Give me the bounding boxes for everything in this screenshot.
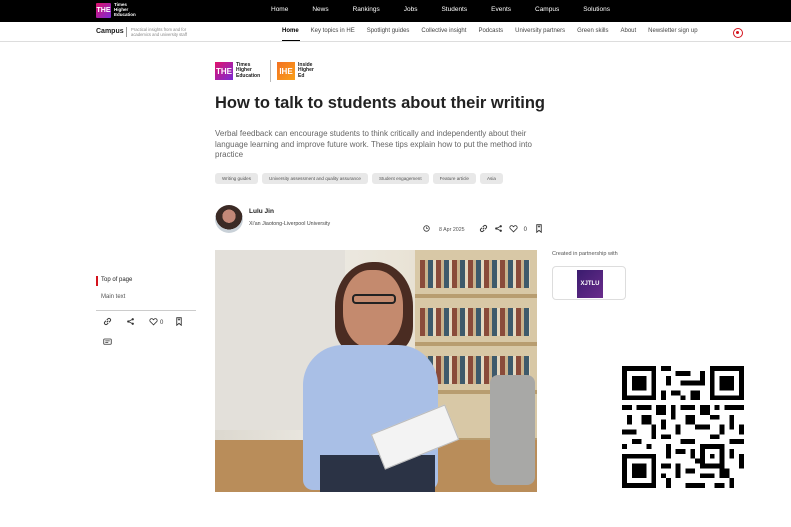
nav-jobs[interactable]: Jobs	[404, 6, 418, 13]
nav-campus[interactable]: Campus	[535, 6, 559, 13]
subnav-key-topics[interactable]: Key topics in HE	[311, 28, 355, 34]
qr-code	[622, 366, 744, 488]
subnav-spotlight-guides[interactable]: Spotlight guides	[367, 28, 410, 34]
subnav-collective-insight[interactable]: Collective insight	[421, 28, 466, 34]
subnav-about[interactable]: About	[620, 28, 636, 34]
subnav-green-skills[interactable]: Green skills	[577, 28, 608, 34]
tag-feature-article[interactable]: Feature article	[432, 173, 476, 184]
top-navigation-bar: THE Times Higher Education Home News Ran…	[0, 0, 791, 22]
rail-active-indicator	[96, 276, 98, 286]
comment-icon[interactable]	[103, 333, 112, 351]
hero-image	[215, 250, 537, 492]
article-tags: Writing guides University assessment and…	[215, 173, 507, 184]
campus-nav: Home Key topics in HE Spotlight guides C…	[282, 28, 710, 34]
link-icon[interactable]	[479, 224, 488, 235]
campus-navigation-bar: Campus Practical insights from and for a…	[0, 22, 791, 42]
rail-actions: 0	[103, 317, 197, 328]
partner-logo: XJTLU	[577, 270, 603, 298]
subnav-newsletter[interactable]: Newsletter sign up	[648, 28, 697, 34]
rail-divider	[96, 310, 196, 311]
article-meta: 8 Apr 2025 0	[423, 224, 549, 235]
the-brand-mark[interactable]: THE	[215, 62, 233, 80]
brand-divider	[270, 60, 271, 82]
subnav-home[interactable]: Home	[282, 28, 299, 34]
subnav-university-partners[interactable]: University partners	[515, 28, 565, 34]
ihe-brand-text: Inside Higher Ed	[298, 61, 314, 79]
clock-icon	[423, 225, 430, 234]
share-icon[interactable]	[494, 224, 503, 235]
author-institution: Xi'an Jiaotong-Liverpool University	[249, 221, 331, 227]
author-name[interactable]: Lulu Jin	[249, 208, 274, 215]
partner-card[interactable]: XJTLU	[552, 266, 626, 300]
subnav-podcasts[interactable]: Podcasts	[478, 28, 503, 34]
avatar[interactable]	[215, 205, 243, 233]
ihe-brand-mark[interactable]: IHE	[277, 62, 295, 80]
active-tab-indicator	[282, 40, 300, 41]
nav-home[interactable]: Home	[271, 6, 288, 13]
divider	[126, 27, 127, 37]
tag-writing-guides[interactable]: Writing guides	[215, 173, 259, 184]
share-icon[interactable]	[126, 317, 135, 328]
the-brand-text: Times Higher Education	[236, 61, 261, 79]
heart-icon[interactable]	[149, 317, 158, 328]
nav-events[interactable]: Events	[491, 6, 511, 13]
bookmark-icon[interactable]	[175, 317, 183, 328]
partner-label: Created in partnership with	[552, 251, 618, 257]
tag-student-engagement[interactable]: Student engagement	[371, 173, 429, 184]
brand-logos: THE Times Higher Education IHE Inside Hi…	[215, 60, 320, 82]
rail-top-of-page[interactable]: Top of page	[101, 277, 132, 283]
rail-main-text[interactable]: Main text	[101, 294, 125, 300]
article-title: How to talk to students about their writ…	[215, 94, 545, 112]
nav-rankings[interactable]: Rankings	[353, 6, 380, 13]
the-logo[interactable]: THE Times Higher Education	[96, 2, 138, 18]
user-icon[interactable]	[733, 28, 743, 38]
article-date: 8 Apr 2025	[439, 226, 465, 233]
nav-news[interactable]: News	[312, 6, 328, 13]
heart-icon[interactable]	[509, 224, 518, 235]
the-logo-text: Times Higher Education	[114, 2, 136, 17]
nav-students[interactable]: Students	[441, 6, 467, 13]
the-logo-mark: THE	[96, 3, 111, 18]
campus-title[interactable]: Campus	[96, 28, 124, 35]
like-count: 0	[523, 226, 527, 233]
bookmark-icon[interactable]	[535, 224, 543, 235]
like-count: 0	[160, 319, 164, 326]
tag-asia[interactable]: Asia	[479, 173, 503, 184]
campus-tagline: Practical insights from and for academic…	[131, 27, 188, 37]
article-standfirst: Verbal feedback can encourage students t…	[215, 129, 532, 159]
nav-solutions[interactable]: Solutions	[583, 6, 610, 13]
tag-assessment[interactable]: University assessment and quality assura…	[262, 173, 368, 184]
main-nav: Home News Rankings Jobs Students Events …	[271, 6, 634, 13]
link-icon[interactable]	[103, 317, 112, 328]
